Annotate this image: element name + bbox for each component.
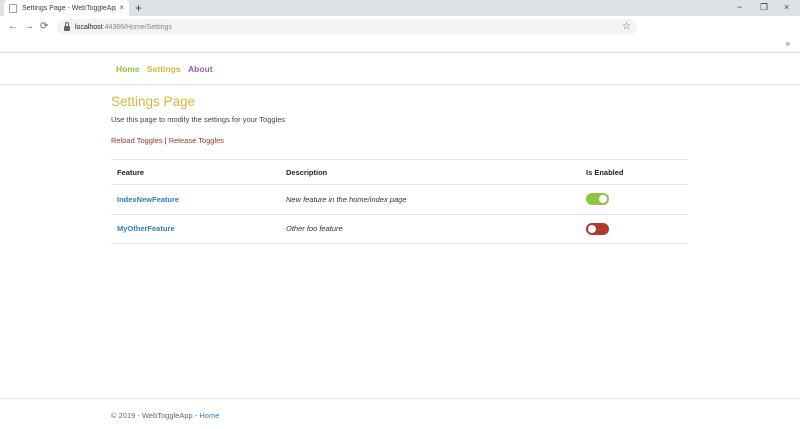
feature-link[interactable]: MyOtherFeature [117,224,175,233]
forward-icon[interactable]: → [24,21,34,32]
lock-icon [64,22,70,31]
close-tab-icon[interactable]: × [119,4,124,12]
table-header-row: Feature Description Is Enabled [111,159,688,185]
bookmark-star-icon[interactable]: ☆ [622,20,631,33]
nav-settings-link[interactable]: Settings [147,64,181,74]
toggle-knob [599,195,607,204]
bookmarks-overflow-icon[interactable]: » [786,39,790,48]
page-description: Use this page to modify the settings for… [111,115,286,124]
nav-home-link[interactable]: Home [116,64,140,74]
site-navbar: Home Settings About [0,53,800,85]
browser-tab[interactable]: Settings Page - WebToggleApp × [4,0,129,16]
nav-about-link[interactable]: About [188,64,213,74]
bookmarks-bar: » [0,38,800,53]
enabled-cell [580,184,688,214]
tab-title: Settings Page - WebToggleApp [22,4,117,12]
column-header-feature: Feature [111,159,280,185]
feature-toggle-switch[interactable] [586,222,609,235]
description-cell: Other foo feature [280,213,580,244]
reload-toggles-link[interactable]: Reload Toggles [111,136,163,145]
back-icon[interactable]: ← [8,21,18,32]
minimize-icon[interactable]: − [737,2,742,12]
table-row: MyOtherFeature Other foo feature [111,213,688,244]
toggles-table: Feature Description Is Enabled IndexNewF… [111,159,688,244]
new-tab-icon[interactable]: + [135,1,142,15]
close-window-icon[interactable]: × [784,2,789,12]
link-separator: | [164,136,167,145]
column-header-enabled: Is Enabled [580,159,688,185]
page-title: Settings Page [111,94,196,109]
feature-link[interactable]: IndexNewFeature [117,195,179,204]
browser-tabstrip: Settings Page - WebToggleApp × + − ❐ × [0,0,800,16]
feature-cell: MyOtherFeature [111,213,280,244]
feature-cell: IndexNewFeature [111,184,280,214]
column-header-description: Description [280,159,580,185]
toggle-actions: Reload Toggles | Release Toggles [111,136,224,146]
toggle-knob [588,224,596,233]
page-footer: © 2019 - WebToggleApp - Home [0,398,800,429]
reload-icon[interactable]: ⟳ [40,21,48,32]
browser-toolbar: ← → ⟳ localhost :44366/Home/Settings ☆ [0,16,800,38]
url-host: localhost [75,23,103,31]
copyright-text: © 2019 - WebToggleApp - [111,411,200,420]
footer-home-link[interactable]: Home [199,411,219,420]
description-cell: New feature in the home/index page [280,184,580,214]
release-toggles-link[interactable]: Release Toggles [169,136,224,145]
url-path: :44366/Home/Settings [102,23,172,31]
table-row: IndexNewFeature New feature in the home/… [111,184,688,214]
address-bar[interactable]: localhost :44366/Home/Settings ☆ [57,19,637,35]
page-icon [9,3,17,13]
feature-toggle-switch[interactable] [586,193,609,206]
footer-text: © 2019 - WebToggleApp - Home [111,411,219,421]
enabled-cell [580,213,688,244]
maximize-icon[interactable]: ❐ [760,2,768,12]
